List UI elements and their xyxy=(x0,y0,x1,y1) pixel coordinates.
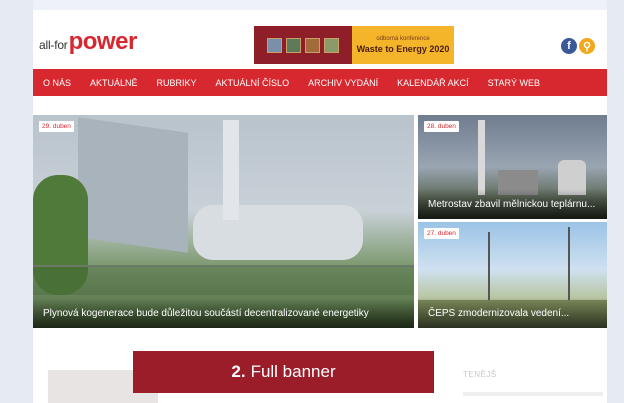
side-article-card[interactable]: 27. duben ČEPS zmodernizovala vedení... xyxy=(418,222,607,328)
banner-subtitle: odborná konference xyxy=(376,36,430,42)
banner-thumbnail xyxy=(267,37,282,53)
banner-thumbnail xyxy=(324,37,339,53)
logo-prefix: all-for xyxy=(39,38,68,52)
logo-brand: power xyxy=(68,28,138,55)
facebook-icon[interactable]: f xyxy=(561,38,577,54)
nav-item-kalendar-akci[interactable]: KALENDÁŘ AKCÍ xyxy=(397,78,469,88)
article-title[interactable]: Metrostav zbavil mělnickou teplárnu... xyxy=(418,189,607,219)
header-ad-banner[interactable]: odborná konference Waste to Energy 2020 xyxy=(254,26,454,64)
power-pylon-shape xyxy=(488,232,490,307)
nav-item-aktualni-cislo[interactable]: AKTUÁLNÍ ČÍSLO xyxy=(216,78,290,88)
page: all-for power odborná konference Waste t… xyxy=(33,10,607,403)
chimney-shape xyxy=(478,120,485,195)
banner-thumbnail xyxy=(286,37,301,53)
power-pylon-shape xyxy=(568,227,570,307)
nav-item-aktualne[interactable]: AKTUÁLNĚ xyxy=(90,78,138,88)
banner-thumbnails xyxy=(254,26,352,64)
article-title[interactable]: ČEPS zmodernizovala vedení... xyxy=(418,298,607,328)
date-badge: 29. duben xyxy=(39,121,74,132)
nav-item-archiv-vydani[interactable]: ARCHIV VYDÁNÍ xyxy=(308,78,378,88)
fence-shape xyxy=(33,265,414,295)
background-decor-left xyxy=(0,0,33,403)
sidebar-heading-partial: TENĚJŠ xyxy=(463,370,497,379)
tank-shape xyxy=(193,205,363,260)
chimney-shape xyxy=(223,120,239,220)
banner-text: odborná konference Waste to Energy 2020 xyxy=(352,26,454,64)
article-image xyxy=(33,115,414,328)
article-title[interactable]: Plynová kogenerace bude důležitou součás… xyxy=(33,298,414,328)
date-badge: 28. duben xyxy=(424,121,459,132)
banner-title: Waste to Energy 2020 xyxy=(356,44,450,54)
site-logo[interactable]: all-for power xyxy=(39,28,137,56)
nav-item-rubriky[interactable]: RUBRIKY xyxy=(157,78,197,88)
date-badge: 27. duben xyxy=(424,228,459,239)
side-article-card[interactable]: 28. duben Metrostav zbavil mělnickou tep… xyxy=(418,115,607,219)
full-banner-overlay[interactable]: 2. Full banner xyxy=(133,351,434,393)
main-nav: O NÁS AKTUÁLNĚ RUBRIKY AKTUÁLNÍ ČÍSLO AR… xyxy=(33,69,607,96)
machinery-shape xyxy=(78,117,188,253)
banner-label: Full banner xyxy=(250,362,336,381)
main-article-card[interactable]: 29. duben Plynová kogenerace bude důleži… xyxy=(33,115,414,328)
background-decor-right xyxy=(607,0,624,403)
banner-number: 2. xyxy=(231,362,246,381)
search-icon[interactable]: ⚲ xyxy=(579,38,595,54)
sidebar-text-line xyxy=(463,392,603,396)
nav-item-stary-web[interactable]: STARÝ WEB xyxy=(488,78,540,88)
nav-item-o-nas[interactable]: O NÁS xyxy=(43,78,71,88)
banner-thumbnail xyxy=(305,37,320,53)
